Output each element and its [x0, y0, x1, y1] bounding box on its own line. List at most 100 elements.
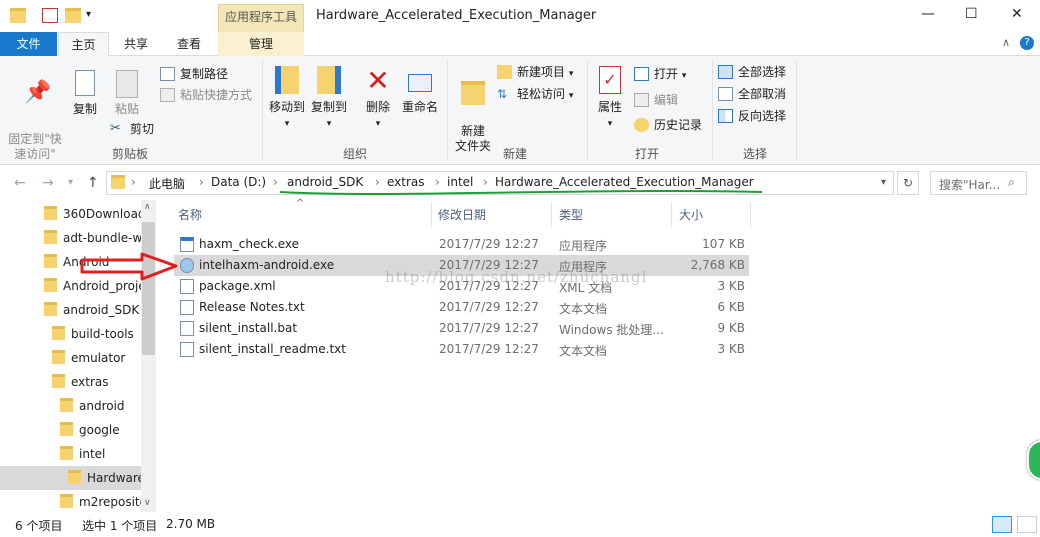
folder-icon [44, 206, 57, 220]
select-none-icon [718, 87, 733, 101]
tree-item[interactable]: adt-bundle-windows [44, 226, 141, 250]
properties-button[interactable]: ✓ 属性 ▾ [592, 66, 628, 132]
paste-label: 粘贴 [114, 102, 139, 116]
copy-to-button[interactable]: 复制到 ▾ [308, 66, 350, 132]
open-icon [634, 67, 649, 81]
tree-item[interactable]: extras [52, 370, 141, 394]
rename-button[interactable]: 重命名 [400, 66, 440, 115]
collapse-ribbon-icon[interactable]: ∧ [1002, 36, 1010, 49]
tab-view[interactable]: 查看 [164, 32, 214, 56]
column-header-name[interactable]: 名称 [178, 206, 202, 223]
move-to-button[interactable]: 移动到 ▾ [266, 66, 308, 132]
column-header-date[interactable]: 修改日期 [438, 206, 486, 223]
maximize-button[interactable]: ☐ [965, 6, 978, 22]
folder-icon [60, 398, 73, 412]
tree-item-label: build-tools [71, 327, 134, 341]
copy-path-button[interactable]: 复制路径 [160, 64, 228, 84]
pin-quick-access-button[interactable]: 📌 固定到"快 速访问" [4, 70, 66, 162]
tree-item[interactable]: Hardware_Accelerated [0, 466, 141, 490]
move-to-label: 移动到 [268, 100, 305, 114]
search-input[interactable]: 搜索"Har... ⌕ [930, 171, 1027, 195]
pin-quick-label: 固定到"快 速访问" [8, 132, 62, 161]
forward-arrow-icon[interactable]: → [42, 175, 54, 191]
paste-shortcut-button[interactable]: 粘贴快捷方式 [160, 85, 252, 105]
back-arrow-icon[interactable]: ← [14, 175, 26, 191]
tree-item[interactable]: google [60, 418, 141, 442]
invert-selection-button[interactable]: 反向选择 [718, 106, 786, 126]
file-name: silent_install.bat [199, 321, 298, 335]
file-date: 2017/7/29 12:27 [439, 342, 539, 356]
file-row[interactable]: silent_install.bat 2017/7/29 12:27 Windows… [174, 318, 749, 339]
select-none-label: 全部取消 [738, 87, 787, 101]
tree-item[interactable]: m2repository [60, 490, 141, 512]
history-label: 历史记录 [654, 118, 703, 132]
up-arrow-icon[interactable]: ↑ [87, 175, 99, 191]
tree-item[interactable]: build-tools [52, 322, 141, 346]
large-icons-view-icon[interactable] [1017, 516, 1037, 533]
delete-button[interactable]: ✕ 删除 ▾ [360, 66, 396, 132]
open-button[interactable]: 打开 ▾ [634, 64, 686, 84]
copy-path-icon [160, 67, 175, 81]
paste-button[interactable]: 粘贴 [108, 70, 146, 117]
scroll-up-icon[interactable]: ∧ [144, 202, 151, 212]
address-chevron-icon[interactable]: › [131, 175, 136, 189]
search-placeholder: 搜索"Har... [939, 178, 1001, 192]
edit-button[interactable]: 编辑 [634, 90, 678, 110]
folder-icon [44, 230, 57, 244]
recent-chevron-down-icon[interactable]: ▾ [68, 177, 73, 188]
file-type: 应用程序 [559, 239, 608, 253]
select-none-button[interactable]: 全部取消 [718, 84, 786, 104]
edit-icon [634, 93, 649, 107]
file-row[interactable]: Release Notes.txt 2017/7/29 12:27 文本文档 6 KB [174, 297, 749, 318]
new-item-label: 新建项目 [517, 65, 566, 79]
refresh-icon[interactable]: ↻ [897, 171, 919, 195]
address-dropdown-icon[interactable]: ▾ [881, 177, 886, 188]
tree-item[interactable]: emulator [52, 346, 141, 370]
file-row[interactable]: silent_install_readme.txt 2017/7/29 12:27… [174, 339, 749, 360]
history-button[interactable]: 历史记录 [634, 115, 702, 135]
tab-share[interactable]: 共享 [112, 32, 160, 56]
details-view-icon[interactable] [992, 516, 1012, 533]
help-icon[interactable]: ? [1020, 36, 1034, 50]
tree-item[interactable]: android_SDK [44, 298, 141, 322]
breadcrumb-data-drive[interactable]: Data (D:) [211, 175, 266, 189]
clipboard-group-label: 剪贴板 [111, 147, 148, 161]
open-group-label: 打开 [634, 147, 659, 161]
customize-qat-icon[interactable]: ▾ [86, 9, 91, 20]
easy-access-button[interactable]: ⇅ 轻松访问 ▾ [497, 84, 573, 104]
close-button[interactable]: ✕ [1011, 6, 1023, 22]
status-bar: 6 个项目 选中 1 个项目 2.70 MB [0, 512, 1040, 537]
minimize-button[interactable]: — [921, 6, 935, 22]
delete-x-icon: ✕ [366, 64, 390, 97]
tab-manage[interactable]: 管理 [218, 32, 304, 56]
address-chevron-icon[interactable]: › [199, 175, 204, 189]
new-folder-icon[interactable] [65, 8, 81, 23]
scroll-down-icon[interactable]: ∨ [144, 498, 151, 508]
tree-item[interactable]: android [60, 394, 141, 418]
file-row[interactable]: haxm_check.exe 2017/7/29 12:27 应用程序 107 KB [174, 234, 749, 255]
file-type: Windows 批处理... [559, 323, 664, 337]
copy-button[interactable]: 复制 [68, 70, 102, 117]
batch-file-icon [180, 321, 194, 336]
tab-file[interactable]: 文件 [0, 32, 57, 56]
tree-item-label: m2repository [79, 495, 141, 509]
copy-label: 复制 [72, 102, 97, 116]
tree-scroll-thumb[interactable] [142, 222, 155, 355]
paste-shortcut-label: 粘贴快捷方式 [180, 88, 253, 102]
tree-item[interactable]: intel [60, 442, 141, 466]
tree-item[interactable]: 360Downloads [44, 202, 141, 226]
properties-check-icon[interactable] [42, 8, 58, 23]
new-folder-button[interactable]: 新建 文件夹 [452, 66, 494, 154]
select-all-button[interactable]: 全部选择 [718, 62, 786, 82]
new-item-button[interactable]: 新建项目 ▾ [497, 62, 573, 82]
cut-button[interactable]: ✂ 剪切 [110, 119, 154, 139]
ribbon-tabs: 文件 主页 共享 查看 管理 ∧ ? [0, 32, 1040, 57]
folder-icon [60, 422, 73, 436]
tab-home[interactable]: 主页 [58, 32, 109, 57]
column-header-type[interactable]: 类型 [559, 206, 583, 223]
annotation-red-arrow [80, 252, 178, 281]
breadcrumb-this-pc[interactable]: 此电脑 [149, 175, 185, 192]
file-type: 文本文档 [559, 344, 608, 358]
column-header-size[interactable]: 大小 [679, 206, 703, 223]
tree-item-label: google [79, 423, 120, 437]
